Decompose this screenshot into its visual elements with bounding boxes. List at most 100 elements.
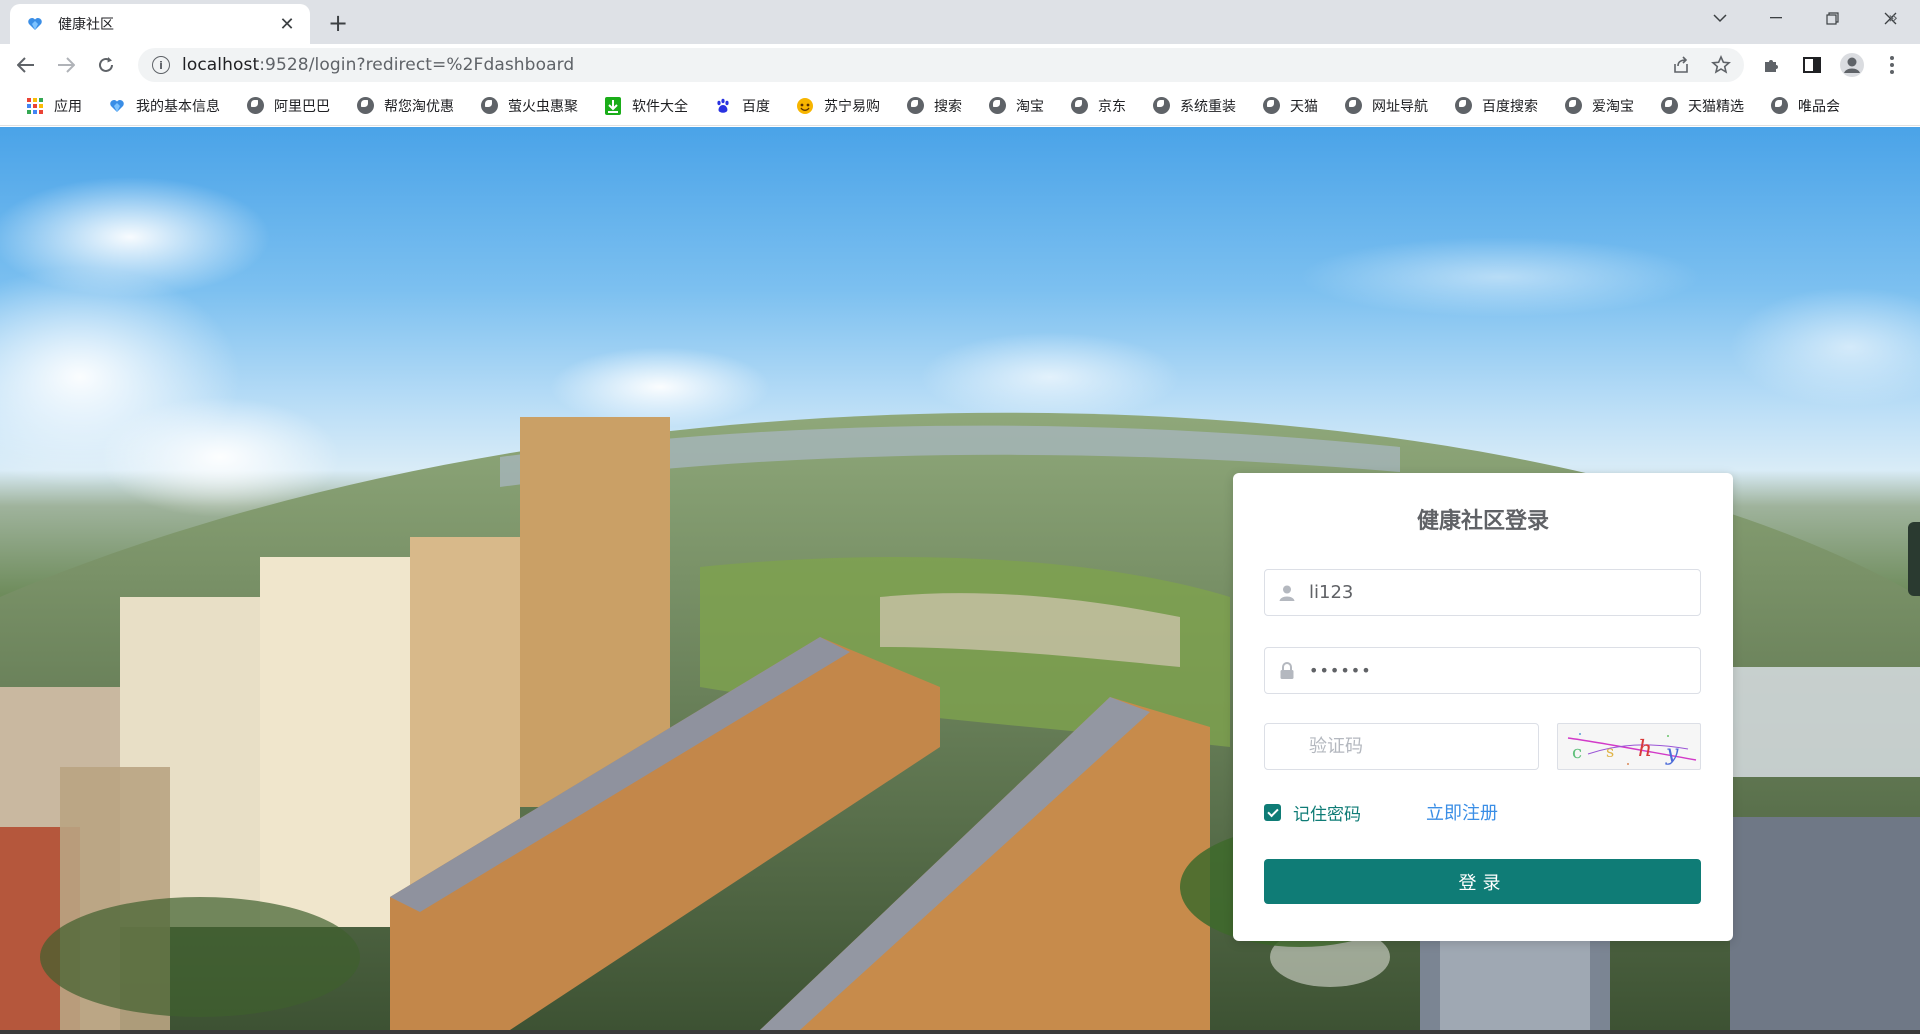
bookmark-label: 搜索 [934, 98, 962, 115]
bookmark-label: 应用 [54, 98, 82, 115]
login-button[interactable]: 登录 [1264, 859, 1701, 904]
globe-icon [1070, 97, 1088, 115]
side-scroll-handle[interactable] [1908, 522, 1920, 596]
browser-tab[interactable]: 健康社区 ✕ [10, 4, 310, 44]
username-field[interactable] [1264, 569, 1701, 616]
side-panel-icon[interactable] [1796, 50, 1828, 80]
bookmark-label: 百度 [742, 98, 770, 115]
globe-icon [356, 97, 374, 115]
bookmark-label: 网址导航 [1372, 98, 1428, 115]
login-title: 健康社区登录 [1416, 509, 1549, 534]
bookmarks-overflow-button[interactable]: » [1888, 8, 1898, 27]
bookmark-label: 萤火虫惠聚 [508, 98, 578, 115]
bookmark-item[interactable]: 阿里巴巴 [238, 92, 338, 120]
bookmark-item[interactable]: 百度 [706, 92, 778, 120]
bookmark-item[interactable]: 系统重装 [1144, 92, 1244, 120]
remember-password-checkbox[interactable]: 记住密码 [1264, 800, 1361, 825]
restore-icon[interactable] [1804, 0, 1860, 36]
url-host: localhost [182, 55, 260, 75]
login-card: 健康社区登录 •••••• c s h [1233, 473, 1733, 941]
tab-search-icon[interactable] [1692, 0, 1748, 36]
user-icon [1277, 583, 1297, 603]
globe-icon [1564, 97, 1582, 115]
bookmark-item[interactable]: 苏宁易购 [788, 92, 888, 120]
lock-icon [1277, 661, 1297, 681]
globe-icon [246, 97, 264, 115]
register-link[interactable]: 立即注册 [1426, 799, 1498, 825]
profile-avatar-icon[interactable] [1836, 50, 1868, 80]
site-info-icon[interactable]: i [152, 56, 170, 74]
browser-toolbar: i localhost:9528/login?redirect=%2Fdashb… [0, 44, 1920, 86]
globe-icon [988, 97, 1006, 115]
tab-close-icon[interactable]: ✕ [276, 13, 298, 35]
password-input[interactable]: •••••• [1309, 661, 1372, 680]
globe-icon [1660, 97, 1678, 115]
baidu-paw-icon [714, 97, 732, 115]
bookmark-item[interactable]: 京东 [1062, 92, 1134, 120]
bookmark-item[interactable]: 百度搜索 [1446, 92, 1546, 120]
globe-icon [1770, 97, 1788, 115]
captcha-char-4: y [1665, 741, 1679, 766]
globe-icon [1454, 97, 1472, 115]
bookmark-item[interactable]: 爱淘宝 [1556, 92, 1642, 120]
captcha-char-1: c [1572, 742, 1582, 763]
bookmark-label: 爱淘宝 [1592, 98, 1634, 115]
bookmark-item[interactable]: 应用 [18, 92, 90, 120]
globe-icon [1262, 97, 1280, 115]
bookmark-label: 淘宝 [1016, 98, 1044, 115]
captcha-char-2: s [1606, 742, 1614, 761]
bookmark-label: 天猫 [1290, 98, 1318, 115]
tab-title: 健康社区 [58, 17, 114, 33]
tab-strip: 健康社区 ✕ + [0, 0, 1920, 44]
bookmark-item[interactable]: 我的基本信息 [100, 92, 228, 120]
login-page-background: 健康社区登录 •••••• c s h [0, 127, 1920, 1030]
captcha-char-3: h [1638, 737, 1652, 762]
captcha-image[interactable]: c s h y [1557, 723, 1701, 770]
bookmark-label: 帮您淘优惠 [384, 98, 454, 115]
globe-icon [480, 97, 498, 115]
url-path: :9528/login?redirect=%2Fdashboard [259, 55, 575, 75]
bookmark-label: 唯品会 [1798, 98, 1840, 115]
apps-grid-icon [26, 97, 44, 115]
globe-icon [1152, 97, 1170, 115]
bookmark-item[interactable]: 搜索 [898, 92, 970, 120]
remember-password-label: 记住密码 [1293, 805, 1361, 825]
suning-icon [796, 97, 814, 115]
password-field[interactable]: •••••• [1264, 647, 1701, 694]
share-icon[interactable] [1666, 50, 1696, 80]
bookmark-item[interactable]: 帮您淘优惠 [348, 92, 462, 120]
checkbox-checked-icon[interactable] [1264, 804, 1281, 821]
username-input[interactable] [1309, 582, 1700, 603]
bookmark-item[interactable]: 淘宝 [980, 92, 1052, 120]
bookmark-item[interactable]: 天猫 [1254, 92, 1326, 120]
globe-icon [906, 97, 924, 115]
window-bottom-edge [0, 1030, 1920, 1034]
download-icon [604, 96, 622, 115]
site-favicon-icon [26, 15, 44, 33]
minimize-icon[interactable] [1748, 0, 1804, 36]
globe-icon [1344, 97, 1362, 115]
address-bar[interactable]: i localhost:9528/login?redirect=%2Fdashb… [138, 48, 1744, 82]
extensions-puzzle-icon[interactable] [1756, 50, 1788, 80]
bookmark-item[interactable]: 天猫精选 [1652, 92, 1752, 120]
bookmark-label: 天猫精选 [1688, 98, 1744, 115]
bookmark-item[interactable]: 网址导航 [1336, 92, 1436, 120]
bookmarks-bar: 应用 我的基本信息 阿里巴巴 帮您淘优惠 萤火虫惠聚 软件大全 百度 苏宁易购 搜索 淘宝 京东 系统… [0, 86, 1920, 126]
bookmark-item[interactable]: 软件大全 [596, 92, 696, 120]
bookmark-item[interactable]: 萤火虫惠聚 [472, 92, 586, 120]
url-text: localhost:9528/login?redirect=%2Fdashboa… [182, 55, 574, 75]
menu-kebab-icon[interactable] [1876, 50, 1908, 80]
bookmark-label: 系统重装 [1180, 98, 1236, 115]
forward-arrow-icon[interactable] [50, 49, 82, 81]
new-tab-button[interactable]: + [324, 9, 352, 37]
bookmark-label: 苏宁易购 [824, 98, 880, 115]
captcha-input[interactable] [1309, 736, 1538, 757]
bookmark-label: 阿里巴巴 [274, 98, 330, 115]
back-arrow-icon[interactable] [10, 49, 42, 81]
bookmark-label: 我的基本信息 [136, 98, 220, 115]
bookmark-star-icon[interactable] [1706, 50, 1736, 80]
captcha-field[interactable] [1264, 723, 1539, 770]
bookmark-label: 京东 [1098, 98, 1126, 115]
reload-icon[interactable] [90, 49, 122, 81]
bookmark-item[interactable]: 唯品会 [1762, 92, 1848, 120]
